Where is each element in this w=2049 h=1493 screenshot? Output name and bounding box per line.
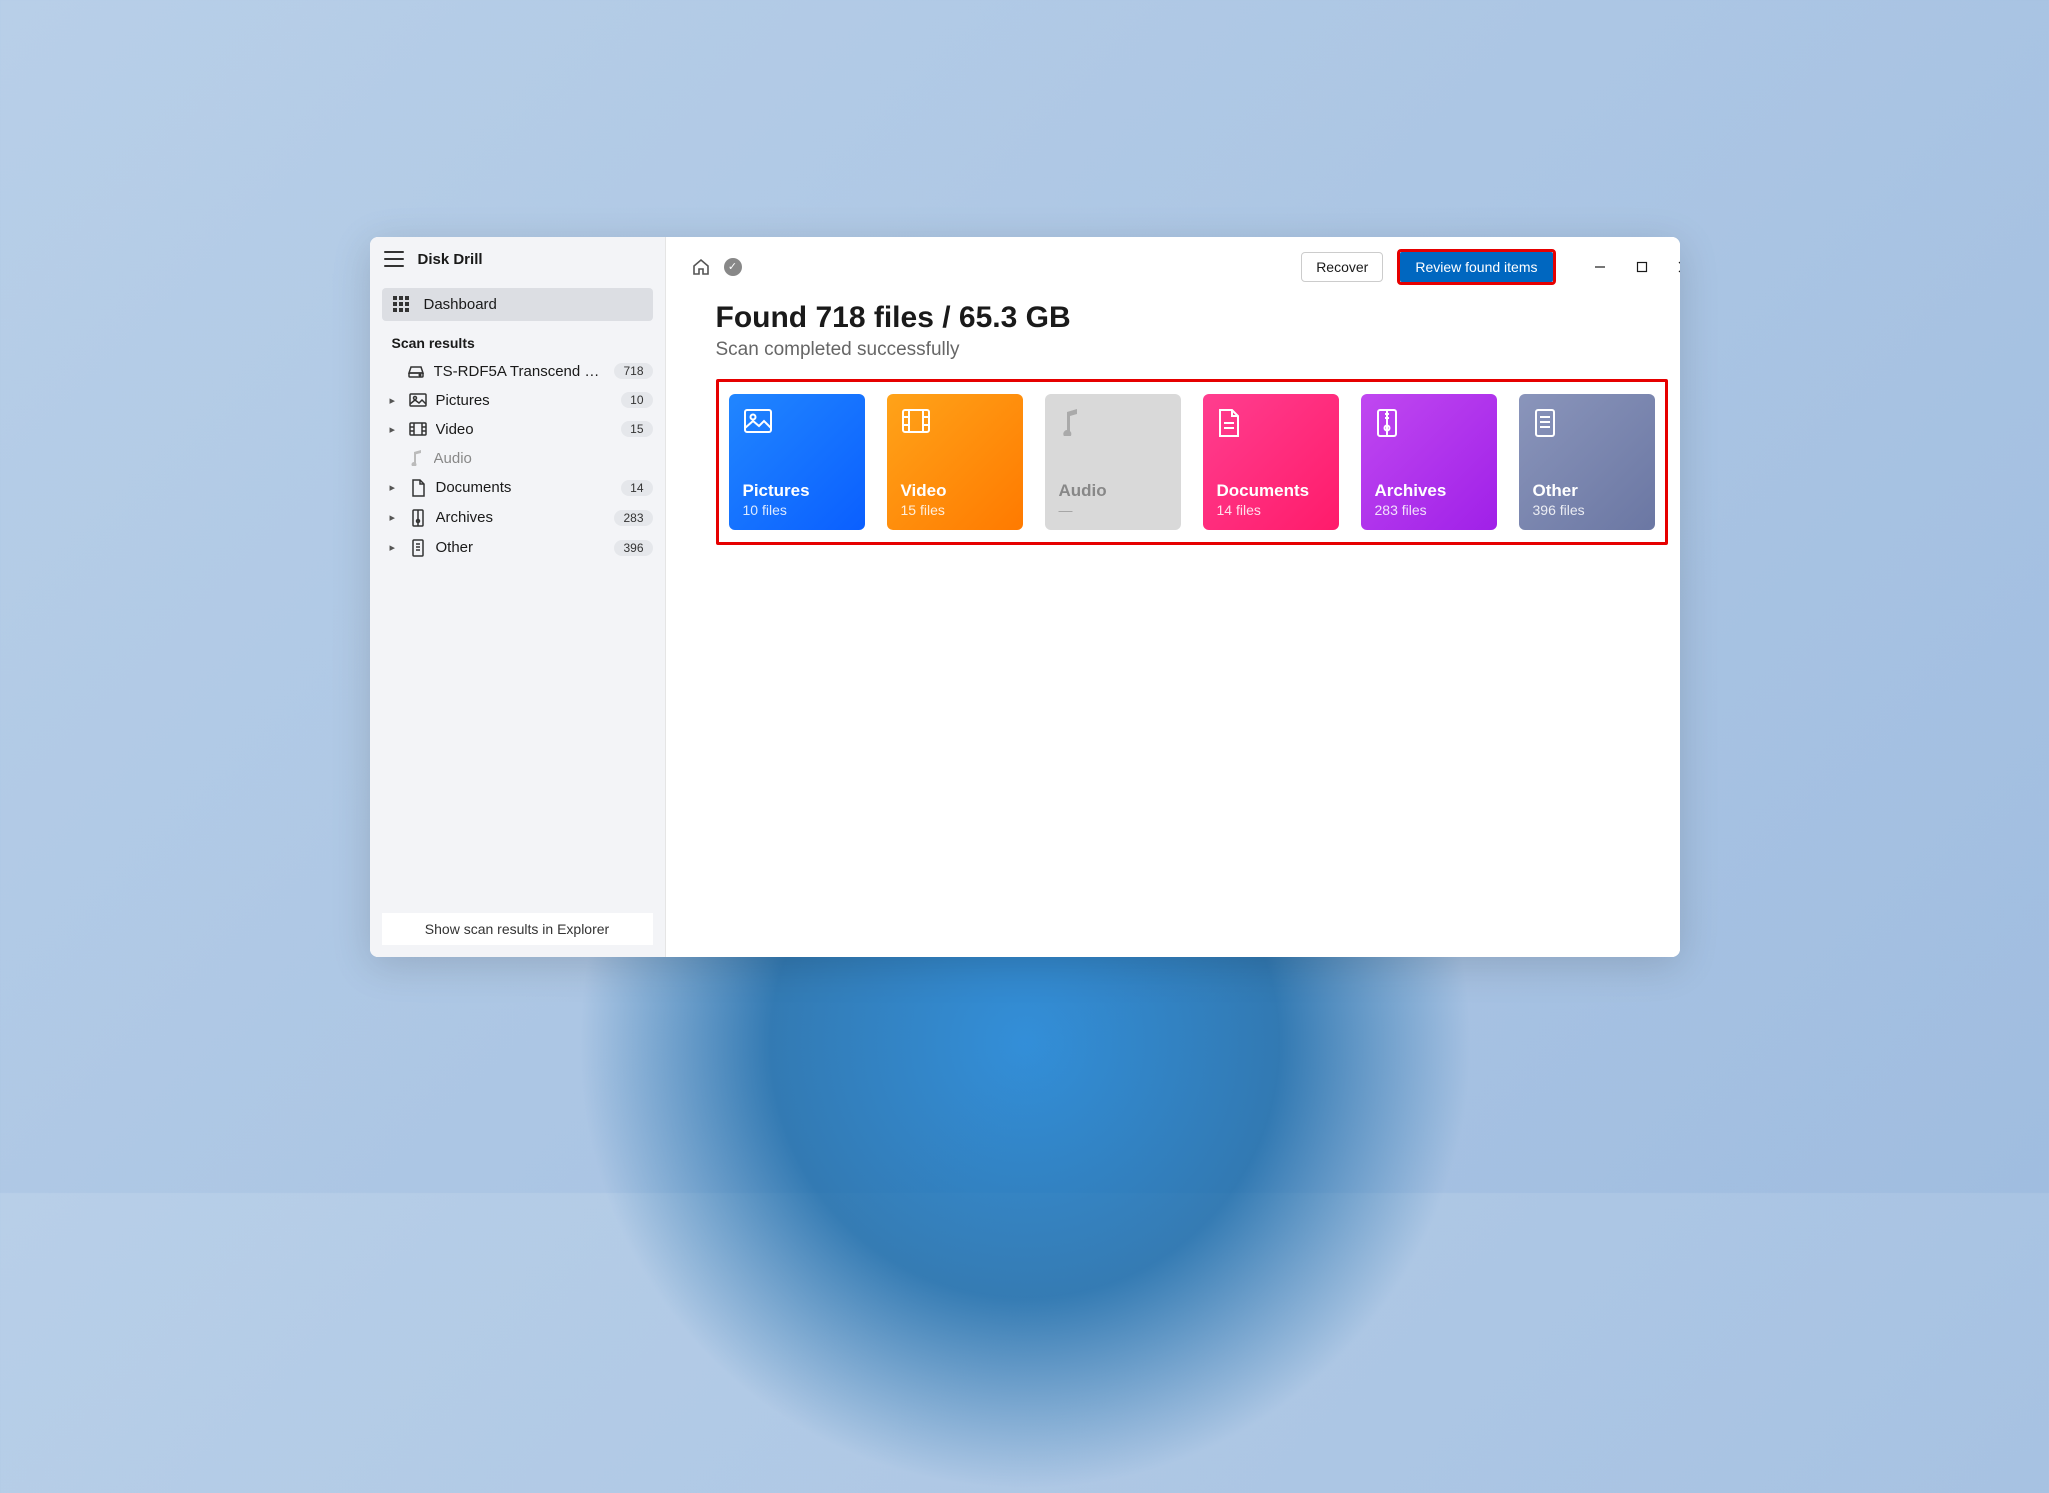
tree-pictures[interactable]: ▸ Pictures 10: [370, 386, 665, 415]
document-icon: [408, 479, 428, 497]
window-controls: [1590, 257, 1680, 277]
review-found-items-button[interactable]: Review found items: [1400, 252, 1552, 282]
show-in-explorer-button[interactable]: Show scan results in Explorer: [382, 913, 653, 945]
tile-other[interactable]: Other 396 files: [1519, 394, 1655, 530]
nav-dashboard-label: Dashboard: [424, 296, 497, 313]
chevron-right-icon: ▸: [390, 423, 400, 436]
tile-documents[interactable]: Documents 14 files: [1203, 394, 1339, 530]
content: Found 718 files / 65.3 GB Scan completed…: [666, 293, 1680, 565]
section-scan-results: Scan results: [370, 321, 665, 357]
chevron-right-icon: ▸: [390, 511, 400, 524]
sidebar: Disk Drill Dashboard Scan results TS-RDF…: [370, 237, 666, 957]
tile-documents-title: Documents: [1217, 481, 1325, 501]
other-icon: [1533, 408, 1641, 440]
chevron-right-icon: ▸: [390, 481, 400, 494]
tree-archives-label: Archives: [436, 509, 607, 526]
sub-heading: Scan completed successfully: [716, 339, 1668, 361]
tree-audio-label: Audio: [434, 450, 653, 467]
sidebar-header: Disk Drill: [370, 237, 665, 280]
nav-dashboard[interactable]: Dashboard: [382, 288, 653, 321]
tile-pictures[interactable]: Pictures 10 files: [729, 394, 865, 530]
check-badge-icon: ✓: [724, 258, 742, 276]
archive-icon: [408, 509, 428, 527]
tree-archives[interactable]: ▸ Archives 283: [370, 503, 665, 533]
tile-pictures-sub: 10 files: [743, 502, 851, 518]
main: ✓ Recover Review found items Found 718 f…: [666, 237, 1680, 957]
tree-device-label: TS-RDF5A Transcend US...: [434, 363, 607, 380]
tree-video[interactable]: ▸ Video 15: [370, 415, 665, 444]
audio-icon: [1059, 408, 1167, 440]
other-icon: [408, 539, 428, 557]
tree-other-count: 396: [614, 540, 652, 556]
minimize-icon[interactable]: [1590, 257, 1610, 277]
tile-video[interactable]: Video 15 files: [887, 394, 1023, 530]
app-window: Disk Drill Dashboard Scan results TS-RDF…: [370, 237, 1680, 957]
tile-audio-sub: —: [1059, 502, 1167, 518]
review-highlight: Review found items: [1397, 249, 1555, 285]
picture-icon: [408, 393, 428, 407]
close-icon[interactable]: [1674, 257, 1680, 277]
document-icon: [1217, 408, 1325, 440]
tree-device-count: 718: [614, 363, 652, 379]
tree-documents-count: 14: [621, 480, 652, 496]
tiles-highlight: Pictures 10 files Video 15 files: [716, 379, 1668, 545]
main-heading: Found 718 files / 65.3 GB: [716, 301, 1668, 335]
tile-archives-title: Archives: [1375, 481, 1483, 501]
tile-documents-sub: 14 files: [1217, 502, 1325, 518]
tree-audio: Audio: [370, 444, 665, 473]
tile-archives[interactable]: Archives 283 files: [1361, 394, 1497, 530]
chevron-right-icon: ▸: [390, 541, 400, 554]
archive-icon: [1375, 408, 1483, 440]
tile-video-sub: 15 files: [901, 502, 1009, 518]
tree-pictures-label: Pictures: [436, 392, 614, 409]
nav-list: Dashboard: [370, 280, 665, 321]
picture-icon: [743, 408, 851, 440]
hamburger-icon[interactable]: [384, 251, 404, 267]
tile-other-sub: 396 files: [1533, 502, 1641, 518]
recover-button[interactable]: Recover: [1301, 252, 1383, 282]
tree-other[interactable]: ▸ Other 396: [370, 533, 665, 563]
tile-audio-title: Audio: [1059, 481, 1167, 501]
grid-icon: [392, 296, 410, 312]
audio-icon: [406, 450, 426, 466]
tree-archives-count: 283: [614, 510, 652, 526]
video-icon: [901, 408, 1009, 440]
app-title: Disk Drill: [418, 251, 483, 268]
video-icon: [408, 422, 428, 436]
tree-documents-label: Documents: [436, 479, 614, 496]
chevron-right-icon: ▸: [390, 394, 400, 407]
titlebar: ✓ Recover Review found items: [666, 237, 1680, 293]
tree-video-count: 15: [621, 421, 652, 437]
tree-device[interactable]: TS-RDF5A Transcend US... 718: [370, 357, 665, 386]
drive-icon: [406, 364, 426, 378]
tile-other-title: Other: [1533, 481, 1641, 501]
tile-video-title: Video: [901, 481, 1009, 501]
tree-documents[interactable]: ▸ Documents 14: [370, 473, 665, 503]
tile-pictures-title: Pictures: [743, 481, 851, 501]
home-icon[interactable]: [692, 258, 710, 276]
maximize-icon[interactable]: [1632, 257, 1652, 277]
tile-audio: Audio —: [1045, 394, 1181, 530]
tile-archives-sub: 283 files: [1375, 502, 1483, 518]
sidebar-footer: Show scan results in Explorer: [370, 901, 665, 957]
tree-pictures-count: 10: [621, 392, 652, 408]
tree-other-label: Other: [436, 539, 607, 556]
tree-video-label: Video: [436, 421, 614, 438]
